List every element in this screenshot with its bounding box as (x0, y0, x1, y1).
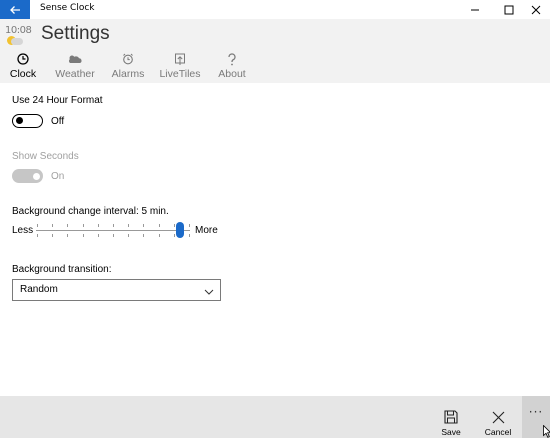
tab-clock-label: Clock (9, 68, 37, 80)
toggle-knob (16, 117, 23, 124)
slider-tick (113, 234, 114, 237)
slider-tick (143, 224, 144, 227)
slider-min-label: Less (12, 225, 34, 236)
tab-bar: Clock Weather Alarms LiveTiles About (0, 51, 550, 83)
minimize-icon (471, 9, 479, 10)
slider-tick (83, 234, 84, 237)
slider-tick (83, 224, 84, 227)
slider-tick (174, 234, 175, 237)
slider-tick (189, 234, 190, 237)
back-button[interactable] (0, 0, 30, 19)
format24-label: Use 24 Hour Format (12, 95, 103, 106)
interval-slider[interactable] (36, 222, 190, 238)
back-arrow-icon (10, 5, 20, 14)
maximize-icon (504, 5, 514, 14)
cloud-icon (11, 38, 23, 45)
seconds-state: On (51, 171, 65, 182)
slider-tick (67, 224, 68, 227)
slider-tick (67, 234, 68, 237)
slider-tick (159, 224, 160, 227)
livetiles-icon (174, 51, 186, 67)
transition-selected-value: Random (20, 284, 58, 295)
slider-tick (143, 234, 144, 237)
slider-thumb[interactable] (176, 222, 184, 238)
format24-toggle[interactable] (12, 114, 43, 128)
interval-label: Background change interval: 5 min. (12, 206, 169, 217)
slider-tick (52, 234, 53, 237)
mouse-cursor-icon (543, 425, 550, 438)
settings-content: Use 24 Hour Format Off Show Seconds On B… (0, 83, 550, 396)
slider-max-label: More (195, 225, 218, 236)
slider-tick (37, 234, 38, 237)
tab-weather-label: Weather (55, 68, 95, 80)
slider-tick (37, 224, 38, 227)
slider-tick (174, 224, 175, 227)
command-bar: Save Cancel ··· (0, 396, 550, 438)
alarm-icon (122, 51, 134, 67)
toggle-knob (33, 172, 40, 180)
transition-label: Background transition: (12, 264, 112, 275)
app-title: Sense Clock (40, 3, 95, 13)
seconds-label: Show Seconds (12, 151, 79, 162)
slider-tick (113, 224, 114, 227)
app-window: Sense Clock 10:08 Settings Clock Weather… (0, 0, 550, 438)
clock-icon (17, 51, 29, 67)
save-label: Save (441, 427, 461, 437)
save-button[interactable]: Save (436, 396, 466, 438)
close-icon (531, 5, 541, 14)
seconds-toggle[interactable] (12, 169, 43, 183)
question-icon (227, 51, 237, 67)
slider-tick (128, 234, 129, 237)
format24-state: Off (51, 116, 65, 127)
tab-livetiles[interactable]: LiveTiles (158, 51, 202, 83)
tab-alarms-label: Alarms (111, 68, 145, 80)
tab-livetiles-label: LiveTiles (159, 68, 201, 80)
more-icon: ··· (528, 405, 544, 419)
transition-select[interactable]: Random (12, 279, 221, 301)
cancel-label: Cancel (484, 427, 512, 437)
tab-about-label: About (218, 68, 246, 80)
settings-header: 10:08 Settings Clock Weather Alarms Live… (0, 19, 550, 83)
tab-clock[interactable]: Clock (8, 51, 38, 83)
minimize-button[interactable] (458, 0, 492, 19)
app-logo: 10:08 (5, 25, 35, 47)
title-bar: Sense Clock (0, 0, 550, 19)
save-icon (444, 402, 458, 424)
cancel-button[interactable]: Cancel (482, 396, 514, 438)
slider-track (36, 230, 190, 231)
close-button[interactable] (519, 0, 550, 19)
slider-tick (98, 234, 99, 237)
tab-alarms[interactable]: Alarms (110, 51, 146, 83)
tab-about[interactable]: About (216, 51, 248, 83)
slider-tick (189, 224, 190, 227)
slider-tick (98, 224, 99, 227)
page-title: Settings (41, 23, 110, 44)
slider-tick (159, 234, 160, 237)
tab-weather[interactable]: Weather (54, 51, 96, 83)
logo-time: 10:08 (5, 25, 32, 36)
weather-cloud-icon (67, 51, 83, 67)
slider-tick (128, 224, 129, 227)
slider-tick (52, 224, 53, 227)
cancel-icon (492, 402, 505, 424)
chevron-down-icon (204, 284, 214, 302)
